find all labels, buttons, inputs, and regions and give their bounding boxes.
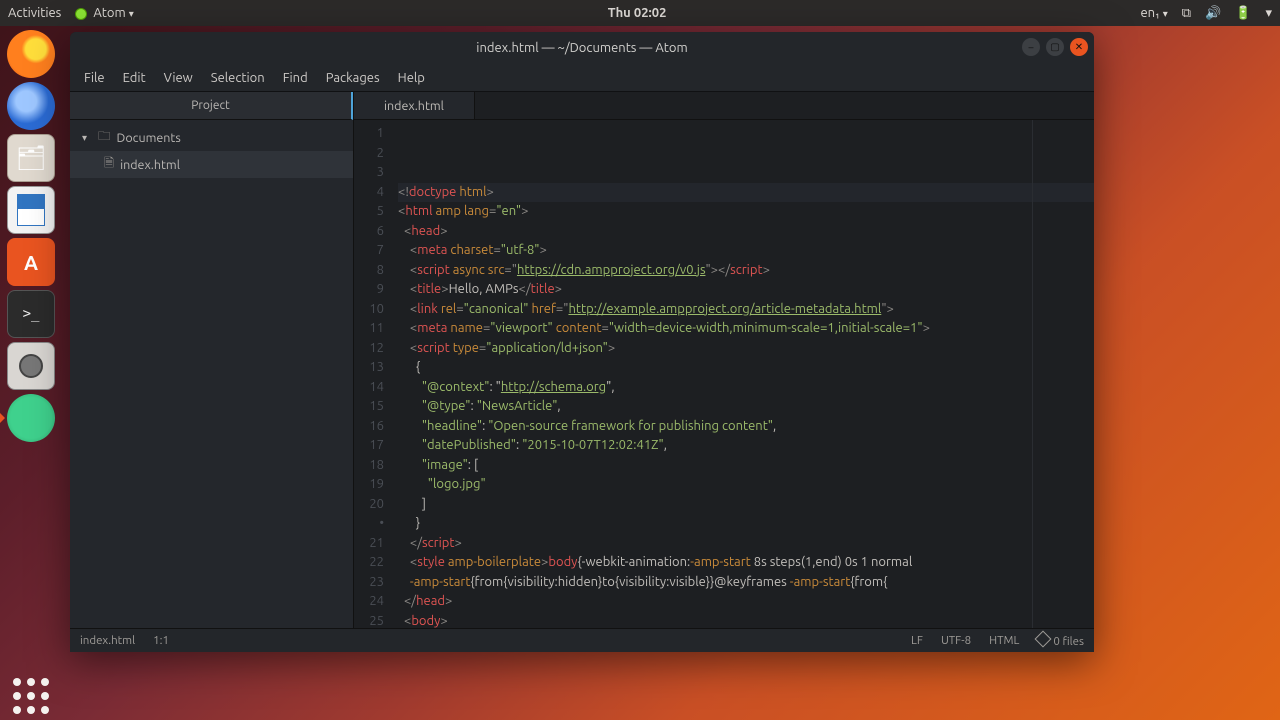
editor-pane: index.html 12345678910111213141516171819… — [354, 92, 1094, 628]
text-editor[interactable]: 1234567891011121314151617181920•21222324… — [354, 120, 1094, 628]
file-icon: 🗎 — [104, 154, 114, 175]
tree-file-item[interactable]: 🗎 index.html — [70, 151, 353, 178]
battery-icon[interactable]: 🔋 — [1235, 6, 1251, 21]
status-encoding[interactable]: UTF-8 — [941, 634, 971, 647]
chevron-down-icon: ▾ — [1163, 8, 1168, 19]
atom-menubar: FileEditViewSelectionFindPackagesHelp — [70, 64, 1094, 92]
line-number-gutter[interactable]: 1234567891011121314151617181920•21222324… — [354, 120, 392, 628]
window-titlebar[interactable]: index.html — ~/Documents — Atom – ▢ ✕ — [70, 32, 1094, 64]
window-title: index.html — ~/Documents — Atom — [476, 41, 687, 55]
libreoffice-writer-launcher[interactable] — [7, 186, 55, 234]
show-applications-button[interactable] — [7, 672, 55, 720]
atom-launcher[interactable] — [7, 394, 55, 442]
window-minimize-button[interactable]: – — [1022, 38, 1040, 56]
keyboard-layout-label: en₁ — [1140, 6, 1159, 20]
menu-help[interactable]: Help — [390, 68, 433, 88]
ubuntu-software-launcher[interactable] — [7, 238, 55, 286]
project-tab[interactable]: Project — [70, 92, 353, 120]
wrap-guide — [1032, 120, 1033, 628]
editor-tab[interactable]: index.html — [354, 92, 475, 119]
tree-folder-root[interactable]: ▾ 🗀 Documents — [70, 124, 353, 151]
tree-file-label: index.html — [120, 158, 180, 172]
status-git[interactable]: 0 files — [1037, 633, 1084, 648]
status-bar: index.html 1:1 LF UTF-8 HTML 0 files — [70, 628, 1094, 652]
cheese-launcher[interactable] — [7, 342, 55, 390]
appmenu-button[interactable]: Atom▾ — [75, 6, 133, 20]
files-launcher[interactable]: 🗂 — [7, 134, 55, 182]
folder-icon: 🗀 — [98, 127, 111, 148]
menu-view[interactable]: View — [156, 68, 201, 88]
keyboard-layout-indicator[interactable]: en₁ ▾ — [1140, 6, 1167, 20]
status-git-label: 0 files — [1053, 635, 1084, 648]
status-cursor-position[interactable]: 1:1 — [153, 634, 169, 647]
project-sidebar: Project ▾ 🗀 Documents 🗎 index.html — [70, 92, 354, 628]
menu-edit[interactable]: Edit — [115, 68, 154, 88]
ubuntu-dock: 🗂 — [0, 26, 62, 720]
window-close-button[interactable]: ✕ — [1070, 38, 1088, 56]
gnome-topbar: Activities Atom▾ Thu 02:02 en₁ ▾ ⧉ 🔊 🔋 ▾ — [0, 0, 1280, 26]
status-file[interactable]: index.html — [80, 634, 135, 647]
menu-selection[interactable]: Selection — [203, 68, 273, 88]
clock[interactable]: Thu 02:02 — [134, 6, 1141, 20]
editor-content[interactable]: <!doctype html><html amp lang="en"> <hea… — [392, 120, 1094, 628]
window-maximize-button[interactable]: ▢ — [1046, 38, 1064, 56]
terminal-launcher[interactable] — [7, 290, 55, 338]
status-grammar[interactable]: HTML — [989, 634, 1019, 647]
tree-view[interactable]: ▾ 🗀 Documents 🗎 index.html — [70, 120, 353, 628]
atom-window: index.html — ~/Documents — Atom – ▢ ✕ Fi… — [70, 32, 1094, 652]
git-icon — [1035, 631, 1052, 648]
appmenu-label: Atom — [93, 6, 125, 20]
thunderbird-launcher[interactable] — [7, 82, 55, 130]
firefox-launcher[interactable] — [7, 30, 55, 78]
activities-button[interactable]: Activities — [8, 6, 61, 20]
status-line-ending[interactable]: LF — [911, 634, 923, 647]
menu-packages[interactable]: Packages — [318, 68, 388, 88]
volume-icon[interactable]: 🔊 — [1205, 6, 1221, 21]
menu-find[interactable]: Find — [275, 68, 316, 88]
system-menu-icon[interactable]: ▾ — [1265, 6, 1272, 21]
atom-icon — [75, 8, 87, 20]
menu-file[interactable]: File — [76, 68, 113, 88]
network-icon[interactable]: ⧉ — [1182, 6, 1191, 21]
tree-folder-label: Documents — [117, 131, 181, 145]
editor-tabs: index.html — [354, 92, 1094, 120]
chevron-down-icon: ▾ — [82, 132, 92, 144]
